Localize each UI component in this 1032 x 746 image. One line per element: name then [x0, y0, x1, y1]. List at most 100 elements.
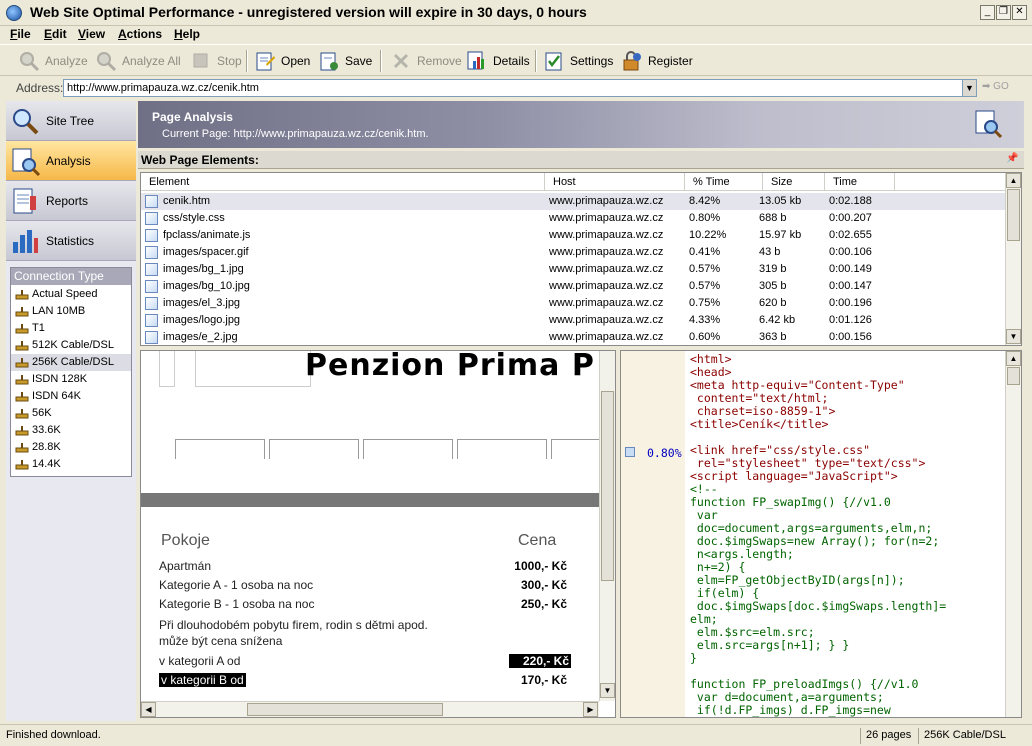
column-header-time[interactable]: Time — [825, 173, 895, 191]
source-gutter: 0.80% — [621, 351, 685, 717]
source-scroll-thumb[interactable] — [1007, 367, 1020, 385]
connection-item[interactable]: LAN 10MB — [11, 303, 131, 320]
file-icon — [145, 212, 158, 225]
nav-analysis[interactable]: Analysis — [6, 141, 136, 181]
status-separator — [860, 728, 861, 744]
toolbar: Analyze Analyze All Stop Open Save Remov… — [0, 44, 1032, 76]
network-icon — [15, 374, 29, 385]
stop-button[interactable]: Stop — [190, 48, 242, 74]
page-preview-pane: Penzion Prima P Pokoje Cena Apartmán 100… — [140, 350, 616, 718]
go-button[interactable]: ➡ GO — [982, 81, 1009, 92]
connection-item[interactable]: 14.4K — [11, 456, 131, 473]
menu-view[interactable]: View — [78, 26, 105, 44]
column-header-pct-time[interactable]: % Time — [685, 173, 763, 191]
open-button[interactable]: Open — [254, 48, 310, 74]
cell-host: www.primapauza.wz.cz — [549, 229, 664, 241]
preview-vscroll-thumb[interactable] — [601, 391, 614, 581]
analyze-all-button[interactable]: Analyze All — [95, 48, 181, 74]
preview-note: může být cena snížena — [159, 634, 283, 648]
menu-edit[interactable]: Edit — [44, 26, 67, 44]
cell-element: fpclass/animate.js — [163, 229, 251, 241]
preview-vscrollbar[interactable]: ▼ — [599, 351, 615, 701]
table-row[interactable]: cenik.htm www.primapauza.wz.cz 8.42% 13.05 … — [141, 193, 1005, 210]
menu-file[interactable]: File — [10, 26, 31, 44]
source-line: doc.$imgSwaps[doc.$imgSwaps.length]= — [690, 599, 947, 613]
connection-item[interactable]: 33.6K — [11, 422, 131, 439]
register-icon — [621, 50, 643, 72]
source-scroll-up-button[interactable]: ▲ — [1006, 351, 1021, 366]
network-icon — [15, 442, 29, 453]
file-icon — [145, 263, 158, 276]
table-row[interactable]: images/bg_10.jpg www.primapauza.wz.cz 0.57… — [141, 278, 1005, 295]
scroll-down-button[interactable]: ▼ — [1006, 329, 1021, 344]
preview-note: Při dlouhodobém pobytu firem, rodin s dě… — [159, 618, 428, 632]
column-header-size[interactable]: Size — [763, 173, 825, 191]
table-row[interactable]: images/bg_1.jpg www.primapauza.wz.cz 0.57%… — [141, 261, 1005, 278]
preview-nav-tab — [175, 439, 265, 459]
table-scrollbar[interactable]: ▲ ▼ — [1005, 173, 1021, 345]
connection-item[interactable]: T1 — [11, 320, 131, 337]
connection-item[interactable]: 256K Cable/DSL — [11, 354, 131, 371]
table-row[interactable]: images/spacer.gif www.primapauza.wz.cz 0.4… — [141, 244, 1005, 261]
menu-actions[interactable]: Actions — [118, 26, 162, 44]
cell-element: images/e_2.jpg — [163, 331, 238, 343]
connection-item[interactable]: 512K Cable/DSL — [11, 337, 131, 354]
column-header-element[interactable]: Element — [141, 173, 545, 191]
cell-element: images/el_3.jpg — [163, 297, 241, 309]
table-row[interactable]: images/e_2.jpg www.primapauza.wz.cz 0.60% 3… — [141, 329, 1005, 346]
network-icon — [15, 306, 29, 317]
connection-item[interactable]: Actual Speed — [11, 286, 131, 303]
maximize-button[interactable]: ❐ — [996, 5, 1011, 20]
preview-hscroll-thumb[interactable] — [247, 703, 443, 716]
column-header-host[interactable]: Host — [545, 173, 685, 191]
cell-size: 363 b — [759, 331, 787, 343]
nav-site-tree[interactable]: Site Tree — [6, 101, 136, 141]
table-row[interactable]: images/el_3.jpg www.primapauza.wz.cz 0.75%… — [141, 295, 1005, 312]
nav-statistics[interactable]: Statistics — [6, 221, 136, 261]
analysis-icon — [10, 146, 41, 176]
register-button[interactable]: Register — [621, 48, 693, 74]
network-icon — [15, 289, 29, 300]
minimize-button[interactable]: _ — [980, 5, 995, 20]
connection-item[interactable]: ISDN 64K — [11, 388, 131, 405]
connection-item[interactable]: ISDN 128K — [11, 371, 131, 388]
cell-element: images/bg_10.jpg — [163, 280, 250, 292]
cell-pct: 0.80% — [689, 212, 721, 224]
preview-room-price: 250,- Kč — [520, 597, 567, 611]
cell-pct: 0.41% — [689, 246, 721, 258]
preview-scroll-down-button[interactable]: ▼ — [600, 683, 615, 698]
cell-size: 620 b — [759, 297, 787, 309]
preview-hscrollbar[interactable]: ◀ ▶ — [141, 701, 599, 717]
cell-element: images/spacer.gif — [163, 246, 249, 258]
table-row[interactable]: css/style.css www.primapauza.wz.cz 0.80% 68… — [141, 210, 1005, 227]
gutter-pct: 0.80% — [647, 446, 682, 460]
table-row[interactable]: fpclass/animate.js www.primapauza.wz.cz 10… — [141, 227, 1005, 244]
menu-help[interactable]: Help — [174, 26, 200, 44]
analyze-button[interactable]: Analyze — [18, 48, 88, 74]
details-button[interactable]: Details — [466, 48, 530, 74]
connection-item[interactable]: 56K — [11, 405, 131, 422]
address-dropdown-button[interactable]: ▼ — [962, 79, 977, 97]
scroll-up-button[interactable]: ▲ — [1006, 173, 1021, 188]
remove-button[interactable]: Remove — [390, 48, 462, 74]
close-button[interactable]: ✕ — [1012, 5, 1027, 20]
scroll-thumb[interactable] — [1007, 189, 1020, 241]
cell-host: www.primapauza.wz.cz — [549, 280, 664, 292]
settings-button[interactable]: Settings — [543, 48, 613, 74]
table-row[interactable]: images/logo.jpg www.primapauza.wz.cz 4.33%… — [141, 312, 1005, 329]
preview-cat-a-price: 220,- Kč — [509, 654, 571, 668]
nav-reports[interactable]: Reports — [6, 181, 136, 221]
cell-host: www.primapauza.wz.cz — [549, 314, 664, 326]
preview-scroll-right-button[interactable]: ▶ — [583, 702, 598, 717]
save-button[interactable]: Save — [318, 48, 372, 74]
pin-icon[interactable]: 📌 — [1006, 153, 1018, 164]
preview-cat-b-label: v kategorii B od — [159, 673, 246, 687]
network-icon — [15, 357, 29, 368]
column-header-filler — [895, 173, 1005, 191]
address-input[interactable]: http://www.primapauza.wz.cz/cenik.htm — [63, 79, 963, 97]
source-scrollbar[interactable]: ▲ — [1005, 351, 1021, 717]
page-analysis-header: Page Analysis Current Page: http://www.p… — [138, 101, 1024, 148]
preview-scroll-left-button[interactable]: ◀ — [141, 702, 156, 717]
toolbar-separator — [535, 50, 537, 72]
connection-item[interactable]: 28.8K — [11, 439, 131, 456]
